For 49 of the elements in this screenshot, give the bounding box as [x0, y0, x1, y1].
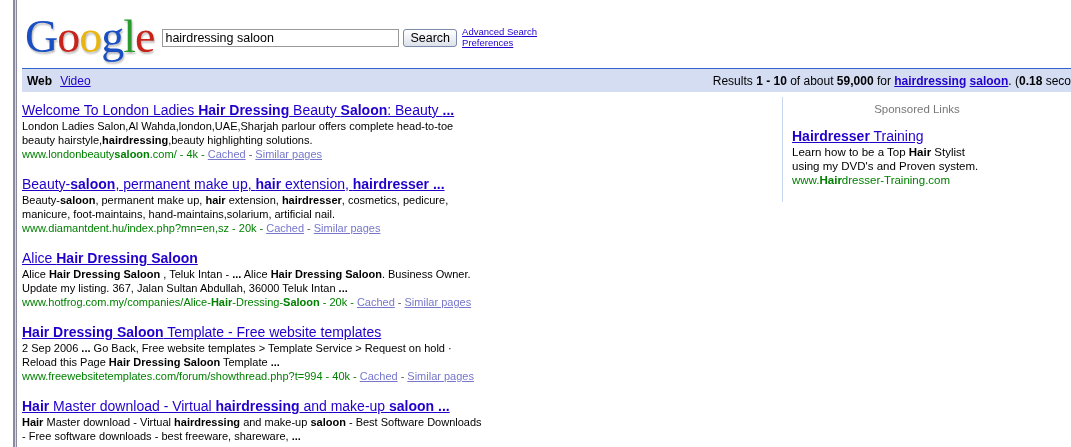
result-snippet: Reload this Page Hair Dressing Saloon Template ...	[22, 355, 281, 369]
similar-pages-link[interactable]: Similar pages	[407, 369, 474, 383]
result-url: www.diamantdent.hu/index.php?mn=en,sz - 20k	[22, 221, 257, 235]
separator-text: -	[349, 295, 355, 309]
google-logo[interactable]: Google	[25, 12, 155, 62]
result-title-link[interactable]: Hair Dressing Saloon Template - Free website templates	[22, 323, 382, 341]
tab[interactable]: Web	[27, 71, 53, 90]
result-title-link[interactable]: Beauty-saloon, permanent make up, hair extension, hairdresser ...	[22, 175, 445, 193]
ad-url: www.Hairdresser-Training.com	[792, 173, 952, 188]
sponsored-heading: Sponsored Links	[873, 102, 961, 117]
ad-text: using my DVD's and Proven system.	[792, 159, 980, 174]
cached-link[interactable]: Cached	[207, 147, 246, 161]
cached-link[interactable]: Cached	[356, 295, 395, 309]
separator-text: -	[258, 221, 265, 235]
result-title-link[interactable]: Welcome To London Ladies Hair Dressing Beauty Saloon: Beauty ...	[22, 101, 455, 119]
separator-text: -	[200, 147, 206, 161]
separator-text: -	[352, 369, 358, 383]
query-link[interactable]: hairdressing	[894, 73, 967, 88]
similar-pages-link[interactable]: Similar pages	[313, 221, 381, 235]
result-url: www.londonbeautysaloon.com/ - 4k	[22, 147, 199, 161]
result-snippet: beauty hairstyle,hairdressing,beauty highlighting solutions.	[22, 133, 314, 147]
ad-title-link[interactable]: Hairdresser Training	[792, 127, 924, 146]
search-button[interactable]: Search	[403, 29, 458, 47]
cached-link[interactable]: Cached	[266, 221, 305, 235]
search-option-link[interactable]: Preferences	[462, 37, 538, 48]
similar-pages-link[interactable]: Similar pages	[404, 295, 472, 309]
separator-text: -	[306, 221, 312, 235]
result-snippet: London Ladies Salon,Al Wahda,london,UAE,Sharjah parlour offers complete head-to-toe	[22, 119, 455, 133]
result-url: www.hotfrog.com.my/companies/Alice-Hair-Dressing-Saloon - 20k	[22, 295, 348, 309]
result-url: www.freewebsitetemplates.com/forum/showthread.php?t=994 - 40k	[22, 369, 351, 383]
result-snippet: Beauty-saloon, permanent make up, hair extension, hairdresser, cosmetics, pedicure,	[22, 193, 450, 207]
separator-text: -	[247, 147, 254, 161]
results-summary: Results 1 - 10 of about 59,000 for hairdressing saloon. (0.18 seco	[712, 72, 1071, 90]
separator-text: -	[399, 369, 406, 383]
tab[interactable]: Video	[60, 71, 91, 90]
ad-text: Learn how to be a Top Hair Stylist	[792, 145, 967, 160]
result-snippet: 2 Sep 2006 ... Go Back, Free website templates > Template Service > Request on hold ·	[22, 341, 453, 355]
result-snippet: - Free software downloads - best freeware, shareware, ...	[22, 429, 302, 443]
result-snippet: Alice Hair Dressing Saloon , Teluk Intan - ... Alice Hair Dressing Saloon. Business Owner.	[22, 267, 472, 281]
search-field[interactable]: hairdressing saloon	[162, 29, 400, 47]
result-title-link[interactable]: Hair Master download - Virtual hairdressing and make-up saloon ...	[22, 397, 450, 415]
result-snippet: manicure, foot-maintains, hand-maintains,solarium, artificial nail.	[22, 207, 337, 221]
result-snippet: Hair Master download - Virtual hairdressing and make-up saloon - Best Software Downloads	[22, 415, 483, 429]
search-option-link[interactable]: Advanced Search	[462, 26, 538, 37]
cached-link[interactable]: Cached	[359, 369, 398, 383]
separator-text: -	[396, 295, 403, 309]
result-title-link[interactable]: Alice Hair Dressing Saloon	[22, 249, 198, 267]
similar-pages-link[interactable]: Similar pages	[255, 147, 322, 161]
result-snippet: Update my listing. 367, Jalan Sultan Abdullah, 36000 Teluk Intan ...	[22, 281, 349, 295]
